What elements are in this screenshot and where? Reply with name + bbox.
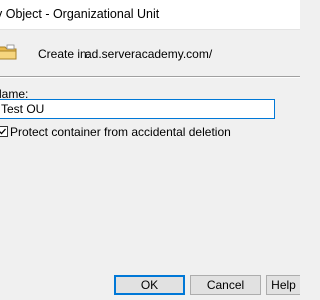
window-title: v Object - Organizational Unit (0, 7, 160, 21)
cancel-button[interactable]: Cancel (190, 275, 261, 295)
title-bar[interactable]: v Object - Organizational Unit (0, 0, 300, 30)
name-input[interactable] (0, 99, 275, 119)
checkmark-icon (0, 128, 6, 135)
create-in-label: Create in: (38, 47, 91, 61)
dialog-footer: OK Cancel Help (0, 266, 300, 300)
folder-icon (0, 42, 18, 62)
ok-button[interactable]: OK (114, 275, 185, 295)
header-divider (0, 76, 300, 78)
new-ou-dialog: v Object - Organizational Unit Create in… (0, 0, 300, 300)
create-in-path: ad.serveracademy.com/ (85, 47, 213, 61)
protect-checkbox[interactable] (0, 126, 8, 137)
help-button[interactable]: Help (266, 275, 300, 295)
protect-checkbox-label[interactable]: Protect container from accidental deleti… (10, 125, 231, 139)
